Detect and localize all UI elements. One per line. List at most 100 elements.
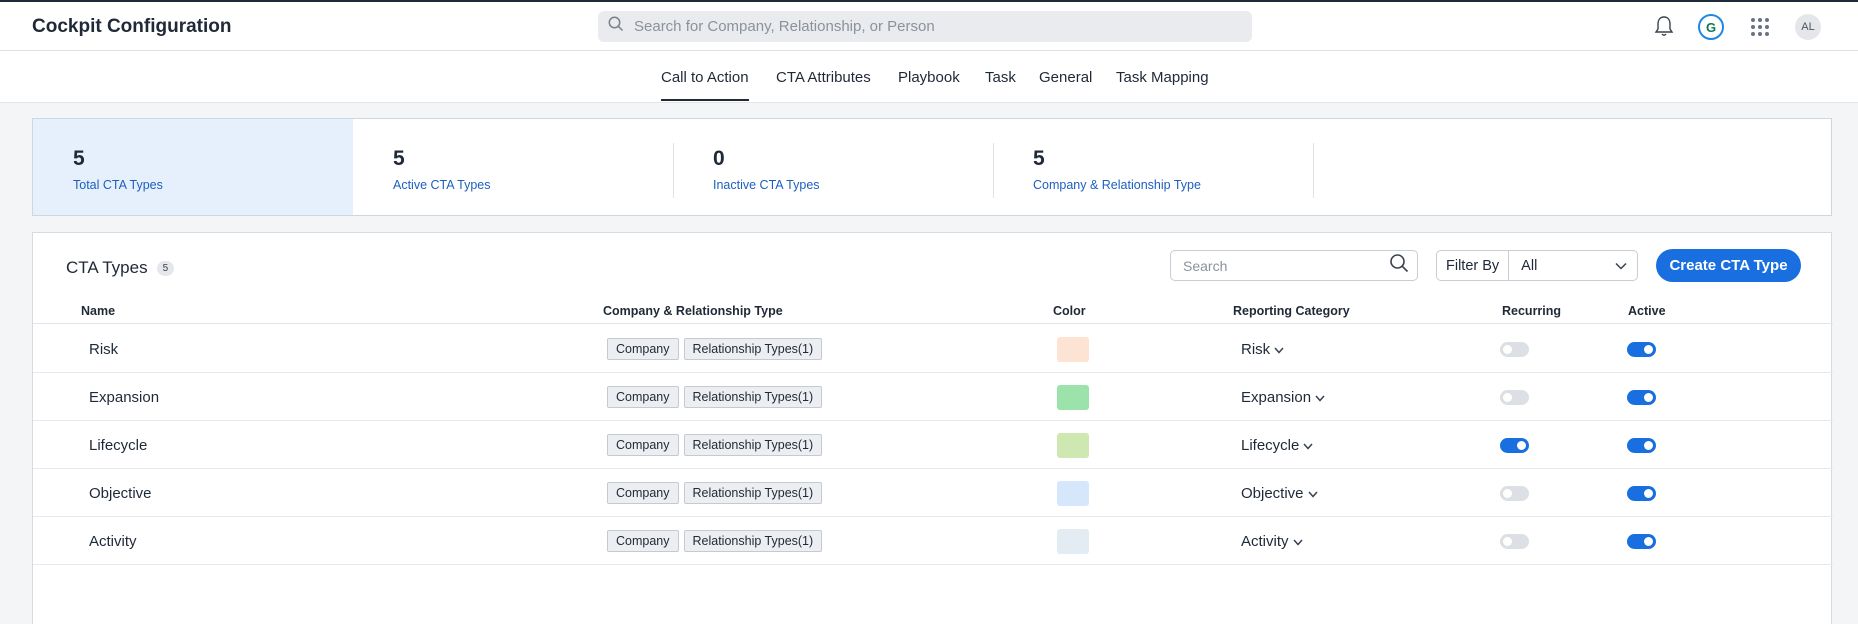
global-search-input[interactable]: Search for Company, Relationship, or Per…	[598, 11, 1252, 42]
panel-title: CTA Types 5	[66, 258, 175, 278]
recurring-toggle[interactable]	[1500, 437, 1529, 453]
color-cell	[1057, 325, 1089, 373]
gainsight-logo-icon[interactable]: G	[1698, 14, 1724, 40]
chevron-down-icon	[1292, 533, 1303, 550]
active-toggle[interactable]	[1627, 389, 1656, 405]
recurring-cell	[1500, 421, 1529, 469]
toggle-knob	[1503, 536, 1512, 546]
recurring-toggle[interactable]	[1500, 389, 1529, 405]
tab-task[interactable]: Task	[985, 69, 1016, 86]
color-swatch[interactable]	[1057, 528, 1089, 554]
search-icon	[608, 16, 624, 37]
stat-divider	[1313, 143, 1314, 198]
color-swatch[interactable]	[1057, 336, 1089, 362]
stat-inactive-cta-types[interactable]: 0 Inactive CTA Types	[673, 119, 993, 215]
header-name[interactable]: Name	[81, 304, 115, 318]
active-toggle[interactable]	[1627, 437, 1656, 453]
toggle-knob	[1503, 488, 1512, 498]
stat-active-cta-types[interactable]: 5 Active CTA Types	[353, 119, 673, 215]
stat-total-cta-types[interactable]: 5 Total CTA Types	[33, 119, 353, 215]
toggle-knob	[1644, 488, 1653, 498]
table-row[interactable]: Objective Company Relationship Types(1) Obj…	[33, 469, 1833, 517]
cta-name: Objective	[89, 484, 152, 502]
tab-task-mapping[interactable]: Task Mapping	[1116, 69, 1209, 86]
active-cell	[1627, 373, 1656, 421]
table-row[interactable]: Expansion Company Relationship Types(1) Exp…	[33, 373, 1833, 421]
type-chips: Company Relationship Types(1)	[607, 373, 827, 421]
active-toggle[interactable]	[1627, 533, 1656, 549]
reporting-category-dropdown[interactable]: Expansion	[1241, 389, 1325, 406]
filter-value[interactable]: All	[1509, 258, 1637, 274]
filter-by-label: Filter By	[1437, 251, 1510, 280]
recurring-toggle[interactable]	[1500, 533, 1529, 549]
reporting-category-dropdown[interactable]: Objective	[1241, 485, 1318, 502]
stat-label: Active CTA Types	[393, 178, 491, 192]
filter-by-select[interactable]: Filter By All	[1436, 250, 1638, 281]
app-header: Cockpit Configuration Search for Company…	[0, 2, 1858, 51]
avatar-initials: AL	[1801, 21, 1815, 33]
color-cell	[1057, 469, 1089, 517]
stat-label: Company & Relationship Type	[1033, 178, 1201, 192]
tab-cta-attributes[interactable]: CTA Attributes	[776, 69, 871, 86]
user-avatar[interactable]: AL	[1795, 14, 1821, 40]
active-cell	[1627, 325, 1656, 373]
color-swatch[interactable]	[1057, 432, 1089, 458]
cta-name: Lifecycle	[89, 436, 148, 454]
count-badge: 5	[156, 260, 175, 276]
relationship-types-chip[interactable]: Relationship Types(1)	[683, 338, 823, 360]
color-cell	[1057, 517, 1089, 565]
recurring-cell	[1500, 373, 1529, 421]
tab-call-to-action[interactable]: Call to Action	[661, 69, 749, 101]
chevron-down-icon	[1315, 389, 1325, 406]
relationship-types-chip[interactable]: Relationship Types(1)	[683, 530, 823, 552]
active-cell	[1627, 469, 1656, 517]
reporting-category-dropdown[interactable]: Lifecycle	[1241, 437, 1313, 454]
recurring-toggle[interactable]	[1500, 485, 1529, 501]
chevron-down-icon	[1274, 341, 1284, 358]
color-swatch[interactable]	[1057, 384, 1089, 410]
cta-name: Expansion	[89, 388, 160, 406]
company-chip: Company	[607, 530, 679, 552]
reporting-category-cell: Expansion	[1241, 373, 1325, 421]
table-row[interactable]: Activity Company Relationship Types(1) Acti…	[33, 517, 1833, 565]
stat-value: 0	[713, 147, 725, 170]
bell-icon[interactable]	[1652, 14, 1676, 38]
table-row[interactable]: Risk Company Relationship Types(1) Risk	[33, 325, 1833, 373]
company-chip: Company	[607, 386, 679, 408]
reporting-category-cell: Objective	[1241, 469, 1318, 517]
reporting-category-value: Activity	[1241, 532, 1289, 550]
reporting-category-value: Risk	[1241, 340, 1271, 358]
cta-name: Activity	[89, 532, 137, 550]
reporting-category-dropdown[interactable]: Risk	[1241, 341, 1284, 358]
tab-playbook[interactable]: Playbook	[898, 69, 960, 86]
table-row[interactable]: Lifecycle Company Relationship Types(1) Lif…	[33, 421, 1833, 469]
chevron-down-icon	[1303, 437, 1313, 454]
type-chips: Company Relationship Types(1)	[607, 325, 827, 373]
panel-title-text: CTA Types	[66, 258, 148, 277]
relationship-types-chip[interactable]: Relationship Types(1)	[683, 434, 823, 456]
logo-letter: G	[1705, 19, 1717, 35]
relationship-types-chip[interactable]: Relationship Types(1)	[683, 482, 823, 504]
toggle-knob	[1644, 392, 1653, 402]
reporting-category-dropdown[interactable]: Activity	[1241, 533, 1303, 550]
active-toggle[interactable]	[1627, 341, 1656, 357]
cta-search-input[interactable]: Search	[1170, 250, 1418, 281]
filter-selected-value: All	[1521, 257, 1538, 274]
cta-name: Risk	[89, 340, 119, 358]
company-chip: Company	[607, 338, 679, 360]
toggle-knob	[1517, 440, 1526, 450]
color-swatch[interactable]	[1057, 480, 1089, 506]
active-toggle[interactable]	[1627, 485, 1656, 501]
recurring-cell	[1500, 325, 1529, 373]
reporting-category-value: Expansion	[1241, 388, 1312, 406]
recurring-toggle[interactable]	[1500, 341, 1529, 357]
create-cta-type-button[interactable]: Create CTA Type	[1656, 249, 1801, 282]
stat-company-relationship-type[interactable]: 5 Company & Relationship Type	[993, 119, 1313, 215]
relationship-types-chip[interactable]: Relationship Types(1)	[683, 386, 823, 408]
app-launcher-grid-icon[interactable]	[1749, 16, 1771, 38]
toggle-knob	[1644, 440, 1653, 450]
type-chips: Company Relationship Types(1)	[607, 517, 827, 565]
tab-general[interactable]: General	[1039, 69, 1092, 86]
search-icon[interactable]	[1389, 253, 1409, 278]
company-chip: Company	[607, 434, 679, 456]
